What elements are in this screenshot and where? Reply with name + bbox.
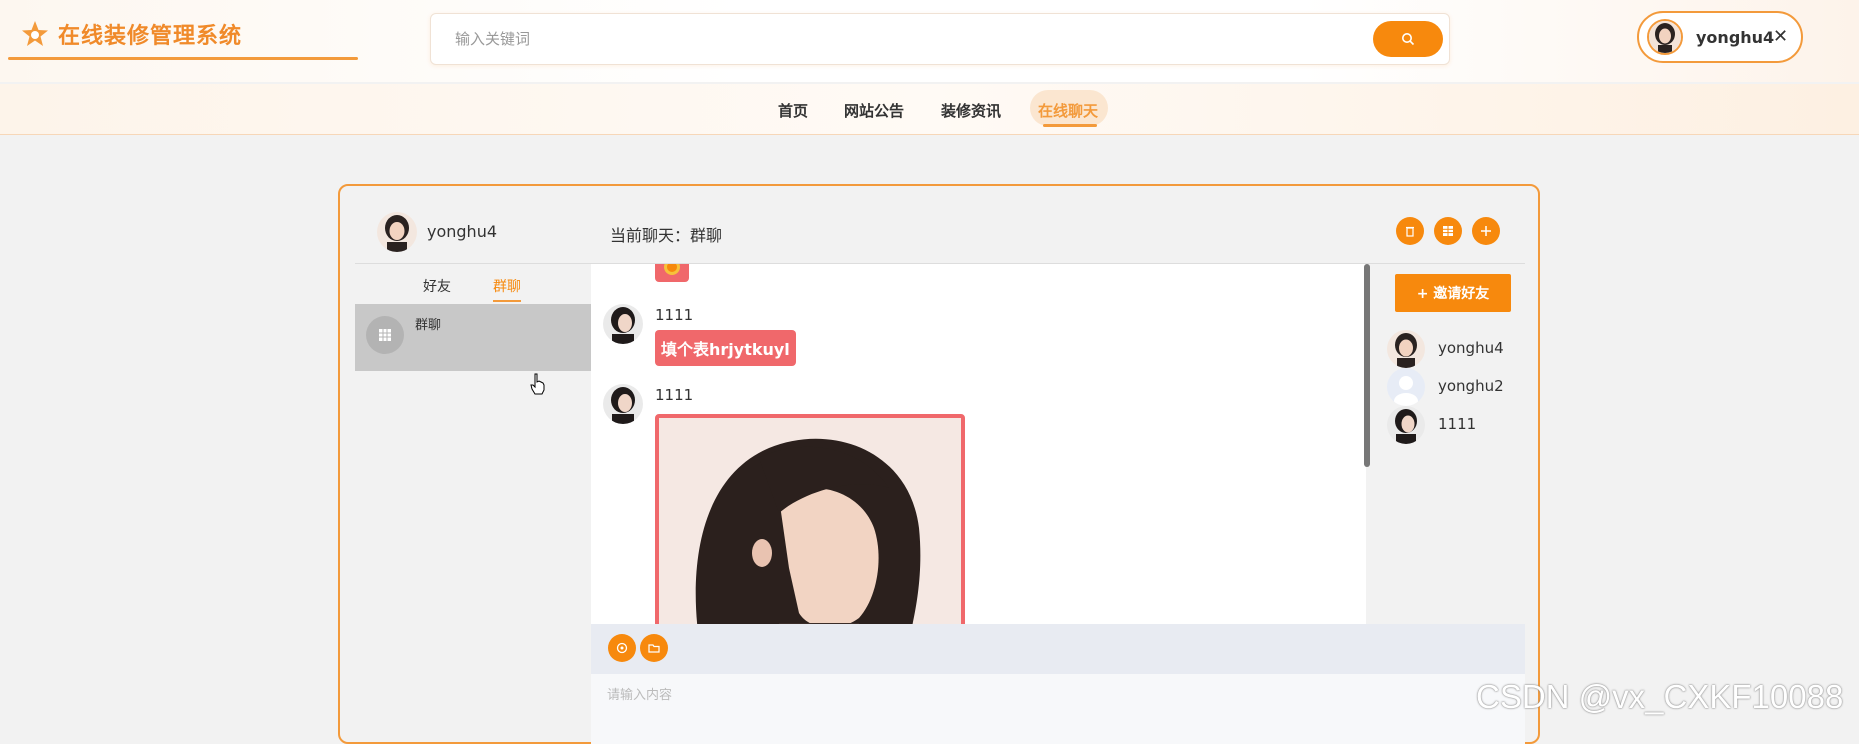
grid-button[interactable] <box>1434 217 1462 245</box>
panel-user-name: yonghu4 <box>427 222 498 241</box>
tab-group[interactable]: 群聊 <box>493 276 521 296</box>
message-input[interactable]: 请输入内容 <box>607 684 672 703</box>
logo-underline <box>8 57 358 60</box>
message-sender: 1111 <box>655 386 694 404</box>
plus-icon <box>1481 226 1491 236</box>
emoji-icon <box>616 642 628 654</box>
trash-icon <box>1406 226 1414 237</box>
conversation-name: 群聊 <box>415 318 442 333</box>
main-nav: 首页 网站公告 装修资讯 在线聊天 <box>0 84 1859 135</box>
search-bar: 输入关键词 <box>430 13 1450 65</box>
composer-toolbar <box>591 624 1525 674</box>
watermark: CSDN @vx_CXKF10088 <box>1476 678 1844 715</box>
nav-announcements[interactable]: 网站公告 <box>844 100 904 121</box>
emoji-message <box>655 264 689 282</box>
tab-friends[interactable]: 好友 <box>423 276 451 296</box>
logout-icon[interactable]: ✕ <box>1773 26 1788 47</box>
group-icon <box>366 316 404 354</box>
star-logo-icon <box>22 21 48 46</box>
member-list: + 邀请好友 yonghu4 yonghu2 1111 <box>1370 264 1525 624</box>
message-bubble: 填个表hrjytkuyl <box>655 330 796 366</box>
grid-icon <box>1443 226 1453 236</box>
message-list[interactable]: 1111 填个表hrjytkuyl 1111 <box>591 264 1366 624</box>
avatar <box>603 384 643 424</box>
nav-online-chat[interactable]: 在线聊天 <box>1038 100 1098 121</box>
add-button[interactable] <box>1472 217 1500 245</box>
user-name: yonghu4 <box>1696 28 1775 47</box>
search-input[interactable]: 输入关键词 <box>455 28 530 49</box>
member-name[interactable]: 1111 <box>1438 415 1476 433</box>
avatar <box>1387 406 1425 444</box>
conversation-item[interactable]: 群聊 <box>355 304 591 371</box>
tab-active-underline <box>493 300 521 302</box>
avatar <box>1387 368 1425 406</box>
current-chat-label: 当前聊天：群聊 <box>610 226 723 245</box>
avatar <box>377 212 417 252</box>
member-name[interactable]: yonghu4 <box>1438 339 1504 357</box>
app-logo[interactable]: 在线装修管理系统 <box>20 18 242 50</box>
invite-friend-button[interactable]: + 邀请好友 <box>1395 274 1511 312</box>
nav-active-underline <box>1043 124 1097 127</box>
member-name[interactable]: yonghu2 <box>1438 377 1504 395</box>
search-icon <box>1402 33 1415 46</box>
nav-news[interactable]: 装修资讯 <box>941 100 1001 121</box>
emoji-button[interactable] <box>608 634 636 662</box>
chat-panel: yonghu4 当前聊天：群聊 好友 群聊 群聊 1111 填个表hrjytku… <box>338 184 1540 744</box>
chat-tabs: 好友 群聊 <box>355 264 591 304</box>
message-composer: 请输入内容 <box>591 624 1525 744</box>
avatar <box>1647 19 1683 55</box>
top-bar: 在线装修管理系统 输入关键词 yonghu4 ✕ <box>0 0 1859 82</box>
delete-button[interactable] <box>1396 217 1424 245</box>
avatar <box>603 304 643 344</box>
hand-cursor-icon <box>530 373 545 395</box>
folder-icon <box>648 644 660 653</box>
search-button[interactable] <box>1373 21 1443 57</box>
nav-home[interactable]: 首页 <box>778 100 808 121</box>
avatar <box>1387 330 1425 368</box>
file-button[interactable] <box>640 634 668 662</box>
message-sender: 1111 <box>655 306 694 324</box>
app-title: 在线装修管理系统 <box>58 24 243 49</box>
user-menu[interactable]: yonghu4 ✕ <box>1637 11 1803 63</box>
message-image[interactable] <box>655 414 965 624</box>
